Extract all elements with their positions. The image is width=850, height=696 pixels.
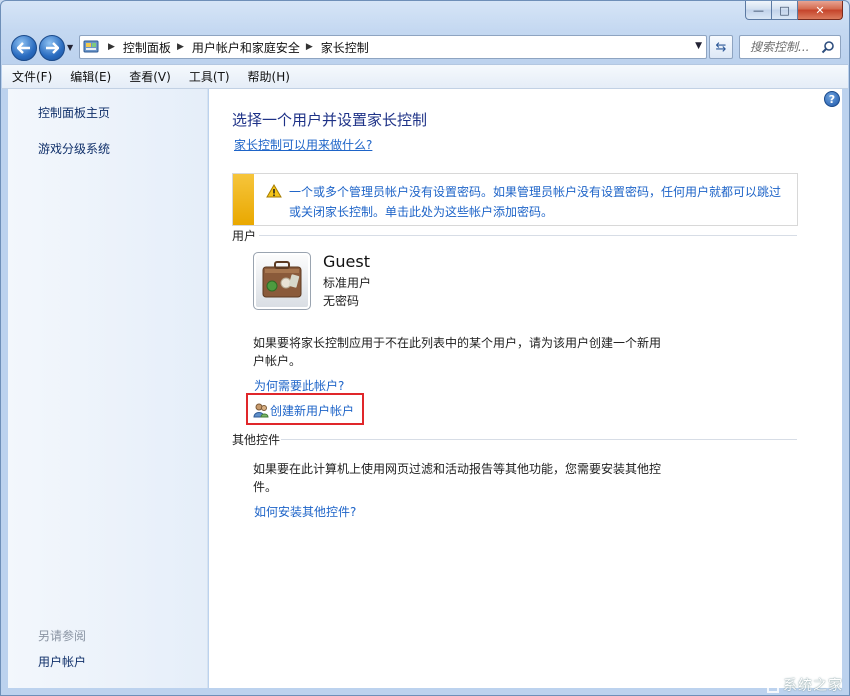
search-icon[interactable] bbox=[821, 40, 835, 54]
menu-view[interactable]: 查看(V) bbox=[129, 68, 171, 85]
breadcrumb-separator[interactable]: ▶ bbox=[177, 42, 184, 52]
menu-edit[interactable]: 编辑(E) bbox=[70, 68, 111, 85]
close-button[interactable]: ✕ bbox=[798, 1, 843, 20]
breadcrumb-separator[interactable]: ▶ bbox=[306, 42, 313, 52]
content-pane: ? 选择一个用户并设置家长控制 家长控制可以用来做什么? 一个或多个管理员帐户没… bbox=[209, 89, 842, 688]
refresh-icon: ⇆ bbox=[715, 39, 727, 55]
back-button[interactable] bbox=[11, 35, 37, 61]
refresh-button[interactable]: ⇆ bbox=[709, 35, 733, 59]
window-frame: — □ ✕ ▼ ▶ 控制面板 ▶ 用户帐户和家庭安全 ▶ 家长控制 ▼ ⇆ 搜索… bbox=[0, 0, 850, 696]
create-new-user-account-link[interactable]: 创建新用户帐户 bbox=[270, 402, 354, 419]
warning-text[interactable]: 一个或多个管理员帐户没有设置密码。如果管理员帐户没有设置密码，任何用户就都可以跳… bbox=[289, 182, 789, 222]
navigation-bar: ▼ ▶ 控制面板 ▶ 用户帐户和家庭安全 ▶ 家长控制 ▼ ⇆ bbox=[1, 31, 849, 63]
recent-pages-dropdown[interactable]: ▼ bbox=[67, 43, 77, 53]
guest-user-tile[interactable] bbox=[253, 252, 311, 310]
task-pane: 控制面板主页 游戏分级系统 另请参阅 用户帐户 bbox=[8, 89, 208, 688]
maximize-button[interactable]: □ bbox=[772, 1, 798, 20]
menu-help[interactable]: 帮助(H) bbox=[248, 68, 290, 85]
search-input[interactable] bbox=[750, 40, 824, 54]
how-to-install-controls-link[interactable]: 如何安装其他控件? bbox=[254, 503, 356, 520]
create-account-info: 如果要将家长控制应用于不在此列表中的某个用户，请为该用户创建一个新用户帐户。 bbox=[253, 336, 662, 368]
create-account-highlight[interactable]: 创建新用户帐户 bbox=[246, 393, 364, 425]
other-controls-info: 如果要在此计算机上使用网页过滤和活动报告等其他功能，您需要安装其他控件。 bbox=[253, 462, 662, 494]
other-controls-section-divider bbox=[281, 439, 797, 440]
user-name[interactable]: Guest bbox=[323, 252, 370, 271]
other-controls-section-label: 其他控件 bbox=[232, 433, 281, 447]
warning-banner[interactable]: 一个或多个管理员帐户没有设置密码。如果管理员帐户没有设置密码，任何用户就都可以跳… bbox=[232, 173, 798, 226]
warning-stripe bbox=[233, 174, 254, 225]
suitcase-avatar-icon bbox=[262, 261, 302, 298]
users-section-label: 用户 bbox=[232, 229, 257, 243]
users-section-divider bbox=[259, 235, 797, 236]
house-logo-icon bbox=[764, 676, 782, 693]
minimize-button[interactable]: — bbox=[745, 1, 772, 20]
see-also-header: 另请参阅 bbox=[38, 629, 87, 643]
warning-icon bbox=[266, 184, 282, 198]
breadcrumb-user-accounts[interactable]: 用户帐户和家庭安全 bbox=[192, 39, 300, 56]
help-icon[interactable]: ? bbox=[824, 91, 840, 107]
page-title: 选择一个用户并设置家长控制 bbox=[232, 111, 428, 129]
what-can-parental-controls-do-link[interactable]: 家长控制可以用来做什么? bbox=[234, 136, 372, 153]
user-password-status: 无密码 bbox=[323, 294, 360, 308]
menu-tools[interactable]: 工具(T) bbox=[189, 68, 230, 85]
user-account-type: 标准用户 bbox=[323, 276, 372, 290]
search-box[interactable] bbox=[739, 35, 841, 59]
breadcrumb-separator[interactable]: ▶ bbox=[108, 42, 115, 52]
menu-bar: 文件(F) 编辑(E) 查看(V) 工具(T) 帮助(H) bbox=[2, 64, 848, 89]
caption-buttons: — □ ✕ bbox=[745, 1, 843, 20]
control-panel-icon bbox=[80, 37, 102, 57]
menu-file[interactable]: 文件(F) bbox=[12, 68, 52, 85]
breadcrumb-parental-controls[interactable]: 家长控制 bbox=[321, 39, 369, 56]
site-watermark: 系统之家 bbox=[763, 675, 843, 695]
back-arrow-icon bbox=[17, 42, 30, 54]
breadcrumb-control-panel[interactable]: 控制面板 bbox=[123, 39, 171, 56]
address-bar[interactable]: ▶ 控制面板 ▶ 用户帐户和家庭安全 ▶ 家长控制 ▼ bbox=[79, 35, 707, 59]
add-users-icon bbox=[253, 403, 269, 418]
why-need-account-link[interactable]: 为何需要此帐户? bbox=[254, 377, 344, 394]
address-dropdown-icon[interactable]: ▼ bbox=[695, 41, 702, 51]
forward-arrow-icon bbox=[46, 42, 59, 54]
watermark-text: 系统之家 bbox=[783, 678, 843, 694]
forward-button[interactable] bbox=[39, 35, 65, 61]
sidebar-link-control-panel-home[interactable]: 控制面板主页 bbox=[38, 104, 110, 121]
sidebar-link-game-ratings[interactable]: 游戏分级系统 bbox=[38, 140, 110, 157]
sidebar-link-user-accounts[interactable]: 用户帐户 bbox=[38, 653, 86, 670]
